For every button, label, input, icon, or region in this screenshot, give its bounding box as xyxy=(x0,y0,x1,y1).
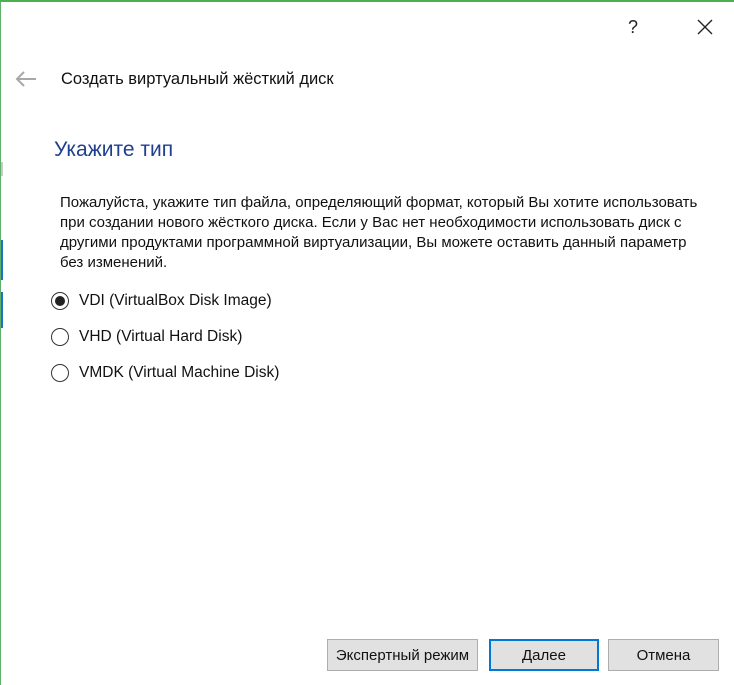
radio-label: VMDK (Virtual Machine Disk) xyxy=(79,364,280,381)
disk-type-radio-group: VDI (VirtualBox Disk Image) VHD (Virtual… xyxy=(51,289,279,397)
page-heading: Укажите тип xyxy=(54,138,174,161)
close-icon xyxy=(697,19,713,35)
radio-option-vmdk[interactable]: VMDK (Virtual Machine Disk) xyxy=(51,361,279,385)
help-button[interactable]: ? xyxy=(613,10,653,44)
wizard-title: Создать виртуальный жёсткий диск xyxy=(61,70,334,88)
background-window-edge xyxy=(1,240,3,280)
back-button[interactable] xyxy=(13,66,39,92)
radio-button[interactable] xyxy=(51,328,69,346)
expert-mode-button[interactable]: Экспертный режим xyxy=(327,639,478,671)
arrow-left-icon xyxy=(15,71,36,87)
help-icon: ? xyxy=(627,16,638,37)
next-button[interactable]: Далее xyxy=(489,639,599,671)
radio-label: VHD (Virtual Hard Disk) xyxy=(79,328,243,345)
cancel-button[interactable]: Отмена xyxy=(608,639,719,671)
close-button[interactable] xyxy=(685,10,725,44)
wizard-dialog: ? Создать виртуальный жёсткий диск Укажи… xyxy=(0,0,734,685)
radio-option-vhd[interactable]: VHD (Virtual Hard Disk) xyxy=(51,325,279,349)
background-window-edge xyxy=(1,292,3,328)
radio-label: VDI (VirtualBox Disk Image) xyxy=(79,292,272,309)
radio-button[interactable] xyxy=(51,364,69,382)
radio-button-checked[interactable] xyxy=(51,292,69,310)
radio-option-vdi[interactable]: VDI (VirtualBox Disk Image) xyxy=(51,289,279,313)
background-window-edge xyxy=(1,162,3,176)
page-description: Пожалуйста, укажите тип файла, определяю… xyxy=(60,194,698,271)
